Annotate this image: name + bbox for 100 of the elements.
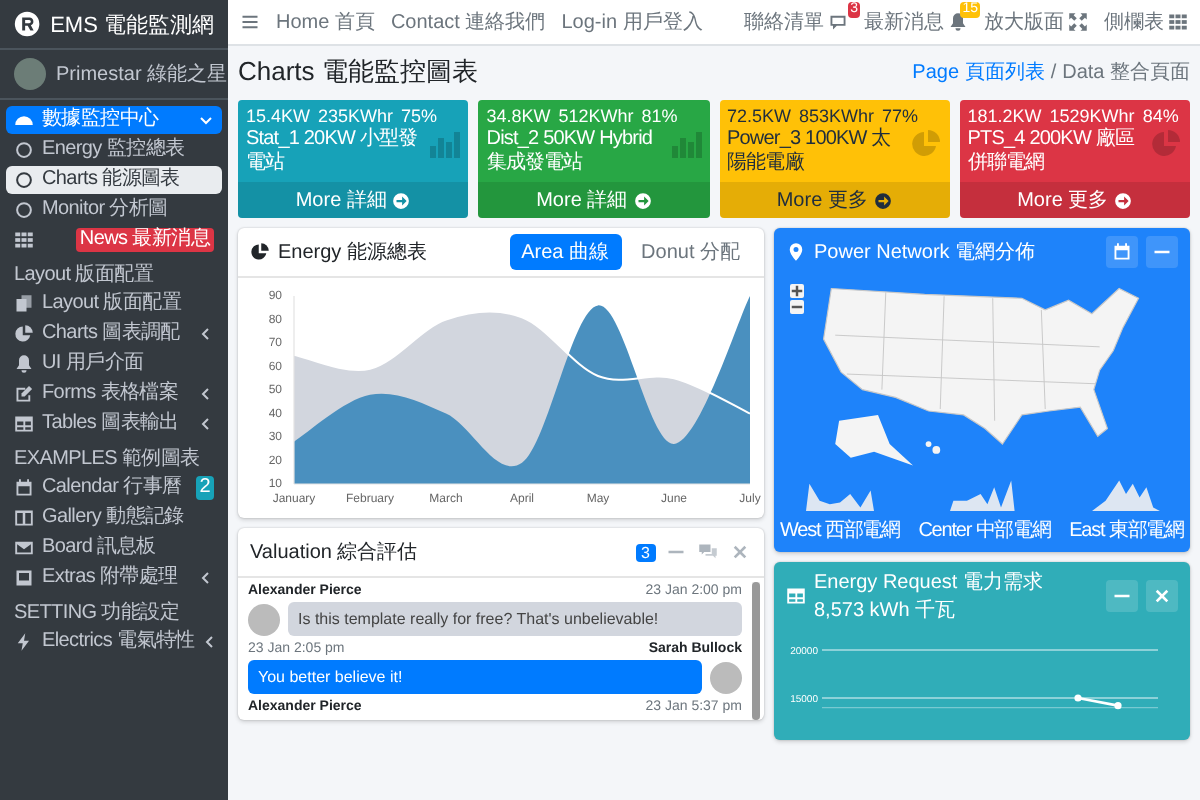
more-link[interactable]: More 詳細 xyxy=(478,182,709,218)
close-button[interactable] xyxy=(1146,580,1178,612)
sidebar-subitem[interactable]: Monitor 分析圖 xyxy=(6,196,222,224)
stat-value: 75% xyxy=(401,106,438,126)
zoom-out-button[interactable] xyxy=(790,300,804,314)
sidebar-item[interactable]: Tables 圖表輸出 xyxy=(6,410,222,438)
expand-caret[interactable] xyxy=(198,112,214,128)
expand-caret[interactable] xyxy=(198,570,214,586)
sidebar-section-header: EXAMPLES 範例圖表 xyxy=(12,445,202,474)
breadcrumb-separator: / xyxy=(1050,61,1057,83)
card-title: Power Network 電網分佈 xyxy=(814,240,1036,266)
close-button[interactable] xyxy=(728,540,752,564)
chart-tab[interactable]: Area 曲線 xyxy=(509,234,622,270)
nav-link[interactable]: 放大版面 xyxy=(984,8,1064,36)
more-link[interactable]: More 更多 xyxy=(959,182,1190,218)
nav-link[interactable]: 側欄表 xyxy=(1104,8,1164,36)
page-title: Charts 電能監控圖表 xyxy=(238,54,478,90)
sparkline-drawing xyxy=(1092,476,1161,512)
breadcrumb-item[interactable]: Page 頁面列表 xyxy=(912,58,1045,86)
envelope-icon xyxy=(14,538,34,558)
sidebar-item[interactable]: Gallery 動態記錄 xyxy=(6,504,222,532)
region-label: Center 中部電網 xyxy=(918,517,1051,544)
sidebar-item[interactable]: Forms 表格檔案 xyxy=(6,380,222,408)
stat-value: 77% xyxy=(882,106,919,126)
region-label: West 西部電網 xyxy=(780,517,900,544)
sidebar-item[interactable]: News 最新消息 xyxy=(6,226,222,254)
minus-icon xyxy=(790,300,804,314)
more-link[interactable]: More 更多 xyxy=(719,182,950,218)
data-point xyxy=(1074,694,1082,702)
caret-left-icon xyxy=(198,570,214,586)
brand-title[interactable]: EMS 電能監測網 xyxy=(50,9,214,39)
gauge-icon xyxy=(14,110,34,130)
energy-value: 8,573 kWh 千瓦 xyxy=(814,597,956,624)
zoom-in-button[interactable] xyxy=(790,284,804,298)
collapse-button[interactable] xyxy=(1106,580,1138,612)
sidebar-section-header: SETTING 功能設定 xyxy=(12,599,182,628)
sidebar-badge: 2 xyxy=(195,476,214,500)
sparkline-drawing xyxy=(950,476,1019,512)
circle-icon xyxy=(14,170,34,190)
caret-left-icon xyxy=(202,634,219,650)
collapse-button[interactable] xyxy=(1146,236,1178,268)
sidebar-item[interactable]: Board 訊息板 xyxy=(6,534,222,562)
expand-caret[interactable] xyxy=(198,416,214,432)
edit-icon xyxy=(14,384,34,404)
data-point xyxy=(1114,702,1122,710)
stat-value: 512KWhr xyxy=(558,106,634,126)
card-title: Valuation 綜合評估 xyxy=(250,539,418,566)
sidebar-item[interactable]: 數據監控中心 xyxy=(6,106,222,134)
sidebar-subitem[interactable]: Energy 監控總表 xyxy=(6,136,222,164)
sidebar-item[interactable]: Charts 圖表調配 xyxy=(6,320,222,348)
message-bubble: You better believe it! xyxy=(248,660,702,694)
expand-caret[interactable] xyxy=(198,386,214,402)
close-icon xyxy=(730,542,750,562)
contacts-button[interactable] xyxy=(696,540,720,564)
expand-caret[interactable] xyxy=(198,326,214,342)
close-icon xyxy=(1152,586,1172,606)
station-label: Dist_2 50KW Hybrid 集成發電站 xyxy=(486,128,655,176)
stat-value: 81% xyxy=(641,106,678,126)
region-label: East 東部電網 xyxy=(1069,517,1184,544)
map-pin-icon xyxy=(786,242,806,262)
stat-value: 84% xyxy=(1142,106,1179,126)
pie-chart-icon xyxy=(1150,128,1182,160)
sidebar-item[interactable]: Calendar 行事曆 2 xyxy=(6,474,222,502)
calendar-icon xyxy=(1112,242,1132,262)
chart-tab[interactable]: Donut 分配 xyxy=(629,234,752,270)
chat-icon xyxy=(828,12,848,32)
user-name[interactable]: Primestar 綠能之星 xyxy=(56,60,228,88)
calendar-button[interactable] xyxy=(1106,236,1138,268)
sidebar-item[interactable]: UI 用戶介面 xyxy=(6,350,222,378)
station-label: Stat_1 20KW 小型發電站 xyxy=(246,128,420,176)
caret-left-icon xyxy=(198,326,214,342)
bar-chart-icon xyxy=(669,128,701,160)
pie-chart-icon xyxy=(250,242,270,262)
logo-icon xyxy=(14,8,41,40)
calendar-icon xyxy=(14,478,34,498)
station-label: PTS_4 200KW 廠區併聯電網 xyxy=(967,128,1137,176)
sidebar-item[interactable]: Electrics 電氣特性 xyxy=(6,628,222,656)
scrollbar[interactable] xyxy=(752,582,760,720)
sidebar-subitem[interactable]: Charts 能源圖表 xyxy=(6,166,222,194)
sidebar-badge: News 最新消息 xyxy=(75,228,214,252)
more-link[interactable]: More 詳細 xyxy=(238,182,469,218)
bell-icon xyxy=(14,354,34,374)
nav-link[interactable]: 最新消息 xyxy=(864,8,944,36)
circle-icon xyxy=(14,200,34,220)
expand-caret[interactable] xyxy=(202,634,219,650)
avatar-circle xyxy=(710,661,742,693)
nav-link[interactable]: Home 首頁 xyxy=(276,8,375,36)
sidebar-item[interactable]: Layout 版面配置 xyxy=(6,290,222,318)
idcard-icon xyxy=(14,568,34,588)
card-title: Energy 能源總表 xyxy=(278,239,427,266)
stat-value: 181.2KW xyxy=(967,106,1042,126)
nav-link[interactable]: Log-in 用戶登入 xyxy=(561,8,703,36)
nav-link[interactable]: Contact 連絡我們 xyxy=(390,8,546,36)
expand-icon xyxy=(1068,12,1088,32)
sidebar-item[interactable]: Extras 附帶處理 xyxy=(6,564,222,592)
avatar-circle xyxy=(14,58,46,90)
nav-link[interactable]: 聯絡清單 xyxy=(744,8,824,36)
bar-chart-icon xyxy=(428,128,461,160)
menu-button[interactable] xyxy=(240,12,260,32)
station-label: Power_3 100KW 太陽能電廠 xyxy=(727,128,893,176)
